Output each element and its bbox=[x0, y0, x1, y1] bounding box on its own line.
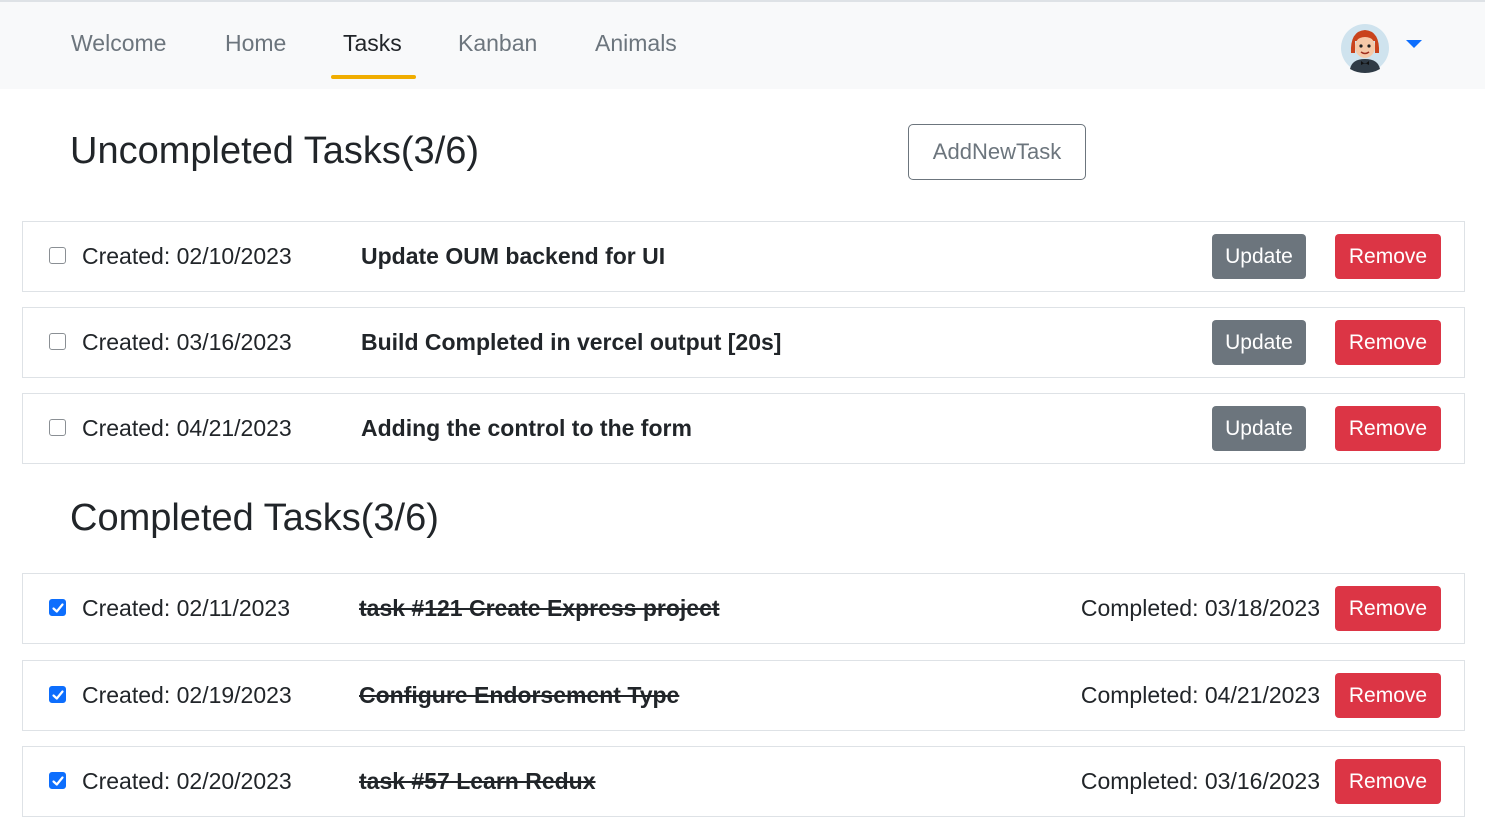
task-checkbox[interactable] bbox=[49, 333, 66, 350]
nav-animals[interactable]: Animals bbox=[595, 30, 677, 80]
task-title: Configure Endorsement Type bbox=[359, 682, 680, 708]
checkmark-icon bbox=[52, 776, 64, 786]
task-row: Created: 03/16/2023 Build Completed in v… bbox=[22, 307, 1465, 378]
nav-kanban[interactable]: Kanban bbox=[458, 30, 537, 80]
task-title: task #121 Create Express project bbox=[359, 595, 720, 621]
task-title: Update OUM backend for UI bbox=[361, 243, 666, 269]
created-date: Created: 02/10/2023 bbox=[82, 243, 292, 269]
top-navbar: Welcome Home Tasks Kanban Animals bbox=[0, 0, 1485, 89]
remove-button[interactable]: Remove bbox=[1335, 234, 1441, 279]
task-checkbox[interactable] bbox=[49, 247, 66, 264]
completed-date: Completed: 03/16/2023 bbox=[1080, 768, 1320, 794]
nav-tasks[interactable]: Tasks bbox=[343, 30, 402, 80]
nav-welcome[interactable]: Welcome bbox=[71, 30, 166, 80]
task-row: Created: 02/20/2023 task #57 Learn Redux… bbox=[22, 746, 1465, 817]
task-checkbox[interactable] bbox=[49, 772, 66, 789]
created-date: Created: 02/20/2023 bbox=[82, 768, 292, 794]
update-button[interactable]: Update bbox=[1212, 234, 1306, 279]
task-title: Build Completed in vercel output [20s] bbox=[361, 329, 782, 355]
checkmark-icon bbox=[52, 603, 64, 613]
nav-home[interactable]: Home bbox=[225, 30, 286, 80]
created-date: Created: 02/19/2023 bbox=[82, 682, 292, 708]
task-checkbox[interactable] bbox=[49, 419, 66, 436]
update-button[interactable]: Update bbox=[1212, 320, 1306, 365]
completed-date: Completed: 04/21/2023 bbox=[1080, 682, 1320, 708]
add-new-task-button[interactable]: AddNewTask bbox=[908, 124, 1086, 180]
remove-button[interactable]: Remove bbox=[1335, 406, 1441, 451]
task-row: Created: 02/19/2023 Configure Endorsemen… bbox=[22, 660, 1465, 731]
created-date: Created: 04/21/2023 bbox=[82, 415, 292, 441]
task-row: Created: 02/11/2023 task #121 Create Exp… bbox=[22, 573, 1465, 644]
update-button[interactable]: Update bbox=[1212, 406, 1306, 451]
created-date: Created: 03/16/2023 bbox=[82, 329, 292, 355]
checkmark-icon bbox=[52, 690, 64, 700]
task-checkbox[interactable] bbox=[49, 686, 66, 703]
remove-button[interactable]: Remove bbox=[1335, 673, 1441, 718]
completed-title: Completed Tasks(3/6) bbox=[70, 497, 439, 539]
created-date: Created: 02/11/2023 bbox=[82, 595, 291, 621]
task-row: Created: 04/21/2023 Adding the control t… bbox=[22, 393, 1465, 464]
task-row: Created: 02/10/2023 Update OUM backend f… bbox=[22, 221, 1465, 292]
remove-button[interactable]: Remove bbox=[1335, 759, 1441, 804]
active-tab-indicator bbox=[331, 75, 416, 79]
task-title: Adding the control to the form bbox=[361, 415, 692, 441]
task-checkbox[interactable] bbox=[49, 599, 66, 616]
completed-date: Completed: 03/18/2023 bbox=[1080, 595, 1320, 621]
remove-button[interactable]: Remove bbox=[1335, 320, 1441, 365]
avatar-icon[interactable] bbox=[1340, 23, 1390, 73]
uncompleted-title: Uncompleted Tasks(3/6) bbox=[70, 130, 480, 172]
caret-down-icon[interactable] bbox=[1406, 40, 1422, 48]
remove-button[interactable]: Remove bbox=[1335, 586, 1441, 631]
task-title: task #57 Learn Redux bbox=[359, 768, 596, 794]
